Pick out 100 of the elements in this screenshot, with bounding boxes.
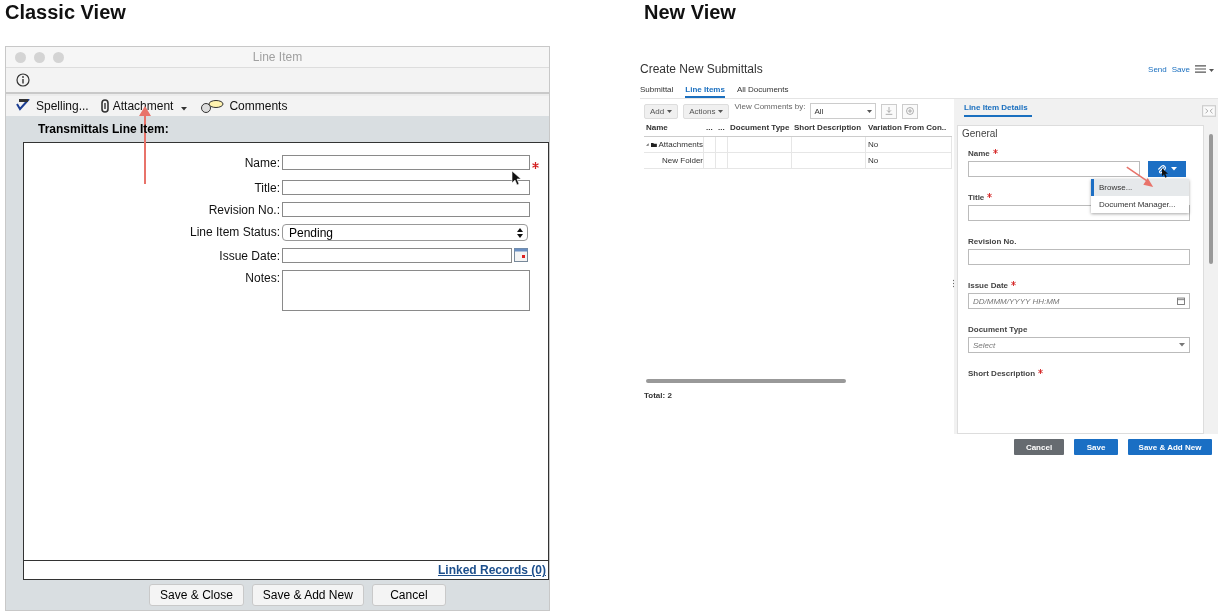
- field-label: Revision No.:: [208, 202, 280, 217]
- caret-icon: [867, 109, 873, 113]
- plus-icon: [906, 107, 915, 115]
- details-tab[interactable]: Line Item Details: [964, 103, 1032, 117]
- text-field[interactable]: [282, 202, 530, 217]
- section-title: General: [962, 128, 998, 139]
- text-field[interactable]: [968, 249, 1190, 265]
- paperclip-icon: [1157, 164, 1166, 174]
- asterisk-icon: [992, 149, 998, 154]
- table-cell: [728, 137, 792, 153]
- column-header: ...: [704, 123, 716, 137]
- header-link[interactable]: Save: [1171, 64, 1190, 74]
- total-count: Total: 2: [644, 391, 672, 400]
- field-label: Notes:: [245, 270, 280, 285]
- table-cell: No: [866, 153, 952, 169]
- table-cell: [704, 153, 716, 169]
- folder-name: New Folder: [662, 156, 703, 165]
- section-heading: New View: [643, 0, 736, 25]
- spellcheck-icon: [16, 99, 32, 113]
- caret-icon: [718, 109, 724, 113]
- asterisk-icon: [1011, 281, 1017, 286]
- footer-button[interactable]: Save: [1074, 439, 1118, 455]
- info-icon[interactable]: [16, 73, 30, 87]
- linked-records-link[interactable]: Linked Records (0): [437, 563, 546, 577]
- expand-triangle-icon[interactable]: [646, 142, 649, 147]
- column-header: Variation From Con..: [866, 123, 952, 137]
- placeholder-text: DD/MMM/YYYY HH:MM: [973, 296, 1060, 306]
- filter-dropdown[interactable]: All: [810, 103, 877, 119]
- text-field[interactable]: [968, 161, 1140, 177]
- actions-button[interactable]: Actions: [683, 103, 730, 119]
- tab[interactable]: All Documents: [736, 85, 789, 98]
- toolbar-button[interactable]: Attachment: [100, 99, 174, 113]
- table-cell: [716, 153, 728, 169]
- add-button[interactable]: Add: [644, 103, 679, 119]
- field-label: Issue Date: [968, 281, 1017, 290]
- field-label: Revision No.: [968, 237, 1017, 246]
- up-down-arrows-icon: [517, 227, 523, 238]
- dialog-button[interactable]: Save & Close: [149, 584, 244, 606]
- table-cell: [704, 137, 716, 153]
- field-label: Document Type: [968, 325, 1028, 334]
- asterisk-icon: [1038, 369, 1044, 374]
- date-field[interactable]: [282, 248, 512, 263]
- menu-item[interactable]: Browse...: [1091, 179, 1189, 196]
- date-field[interactable]: DD/MMM/YYYY HH:MM: [968, 293, 1190, 309]
- filter-label: View Comments by:: [734, 102, 806, 111]
- toolbar-button[interactable]: Spelling...: [16, 99, 89, 113]
- field-label: Title: [968, 193, 993, 202]
- dialog-button[interactable]: Cancel: [371, 584, 446, 606]
- add-item-button[interactable]: [902, 103, 919, 119]
- column-header: Name: [644, 123, 704, 137]
- folder-icon: [650, 140, 657, 149]
- expand-icon[interactable]: [1202, 105, 1216, 117]
- window-title: Line Item: [252, 50, 303, 64]
- calendar-icon[interactable]: [514, 248, 528, 262]
- header-link[interactable]: Send: [1148, 64, 1167, 74]
- download-icon: [885, 107, 894, 115]
- caret-icon: [667, 109, 673, 113]
- attach-button[interactable]: [1148, 161, 1186, 177]
- comments-icon: [199, 99, 226, 113]
- field-label: Issue Date:: [219, 248, 280, 263]
- field-label: Name: [968, 149, 998, 158]
- tab[interactable]: Line Items: [685, 85, 725, 98]
- field-label: Title:: [254, 180, 280, 195]
- field-label: Name:: [244, 155, 280, 170]
- caret-icon: [1209, 68, 1214, 72]
- footer-button[interactable]: Cancel: [1014, 439, 1064, 455]
- dropdown-value: Pending: [289, 225, 334, 240]
- table-cell: [728, 153, 792, 169]
- dialog-button[interactable]: Save & Add New: [251, 584, 364, 606]
- footer-button[interactable]: Save & Add New: [1128, 439, 1212, 455]
- field-label: Line Item Status:: [189, 224, 280, 239]
- status-dropdown[interactable]: Pending: [282, 224, 528, 241]
- caret-icon: [181, 107, 188, 111]
- cursor-icon: [512, 171, 521, 185]
- tab[interactable]: Submittal: [640, 85, 674, 98]
- column-header: Short Description: [792, 123, 866, 137]
- notes-field[interactable]: [282, 270, 530, 311]
- menu-icon[interactable]: [1195, 65, 1206, 73]
- table-cell: No: [866, 137, 952, 153]
- calendar-icon: [1177, 297, 1185, 305]
- menu-item[interactable]: Document Manager...: [1091, 196, 1189, 213]
- tree-row[interactable]: Attachments: [644, 137, 704, 153]
- caret-icon: [1179, 343, 1185, 347]
- cursor-icon: [1162, 168, 1168, 178]
- text-field[interactable]: [282, 180, 530, 195]
- page-title: Create New Submittals: [640, 62, 763, 76]
- section-heading: Classic View: [4, 0, 126, 25]
- asterisk-icon: [532, 162, 539, 169]
- download-button[interactable]: [881, 103, 898, 119]
- dropdown-field[interactable]: Select: [968, 337, 1190, 353]
- placeholder-text: Select: [973, 340, 996, 350]
- column-header: ...: [716, 123, 728, 137]
- text-field[interactable]: [282, 155, 530, 170]
- table-cell: [716, 137, 728, 153]
- toolbar-button[interactable]: Comments: [199, 99, 288, 113]
- caret-icon: [1171, 167, 1177, 171]
- tree-row[interactable]: New Folder: [644, 153, 704, 169]
- section-title: Transmittals Line Item:: [37, 121, 169, 138]
- paperclip-icon: [100, 99, 109, 113]
- folder-name: Attachments: [658, 140, 703, 149]
